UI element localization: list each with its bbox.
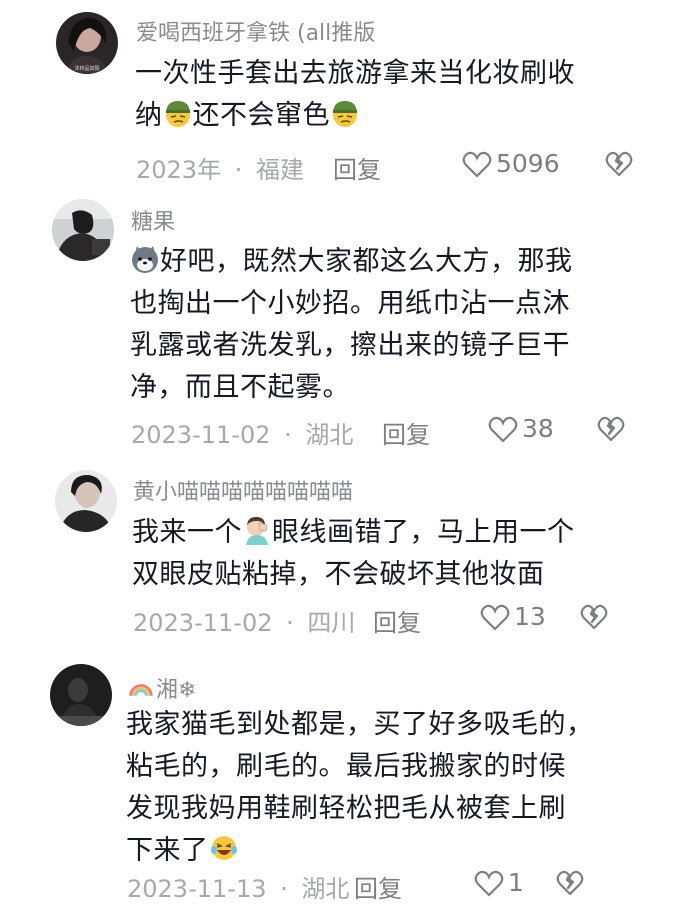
comment-date: 2023年 <box>136 156 222 184</box>
facepalm-emoji <box>242 515 272 545</box>
comment-2: 糖果 好吧，既然大家都这么大方，那我 也掏出一个小妙招。用纸巾沾一点沐 乳露或者… <box>0 190 690 460</box>
laughing-tears-emoji <box>209 833 239 863</box>
reply-button[interactable]: 回复 <box>373 603 421 638</box>
avatar[interactable] <box>55 470 117 532</box>
comment-username[interactable]: 糖果 <box>131 204 175 236</box>
like-button[interactable]: 5096 <box>462 149 560 178</box>
broken-heart-icon <box>556 870 584 896</box>
like-count: 5096 <box>496 149 560 178</box>
comment-meta: 2023-11-02 · 四川 <box>133 603 355 638</box>
avatar-caption: 沐林品如阳 <box>74 65 99 72</box>
broken-heart-icon <box>580 604 608 630</box>
avatar[interactable]: 沐林品如阳 <box>56 12 118 74</box>
broken-heart-icon <box>597 416 625 442</box>
meta-separator: · <box>286 609 294 637</box>
comment-text-fragment: 眼线画错了，马上用一个 <box>272 517 575 548</box>
comment-username[interactable]: 爱喝西班牙拿铁 (all推版 <box>136 15 375 47</box>
comment-1: 沐林品如阳 爱喝西班牙拿铁 (all推版 一次性手套出去旅游拿来当化妆刷收 纳 … <box>0 0 690 190</box>
smirk-helmet-emoji <box>330 98 360 128</box>
like-count: 13 <box>514 602 546 631</box>
reply-button[interactable]: 回复 <box>354 869 402 904</box>
comment-date: 2023-11-02 <box>131 421 271 449</box>
comment-meta: 2023-11-13 · 湖北 <box>127 869 349 904</box>
comment-location: 湖北 <box>301 875 350 903</box>
meta-separator: · <box>280 875 288 903</box>
dislike-button[interactable] <box>580 603 608 631</box>
comment-text-fragment: 还不会窜色 <box>192 100 330 131</box>
doge-emoji <box>130 244 160 274</box>
comment-location: 湖北 <box>305 421 354 449</box>
comment-username[interactable]: 黄小喵喵喵喵喵喵喵喵 <box>133 474 353 506</box>
comment-text-fragment: 下来了 <box>126 835 209 866</box>
comment-text-line: 纳 还不会窜色 <box>135 95 675 137</box>
meta-separator: · <box>284 421 292 449</box>
meta-separator: · <box>234 156 243 184</box>
heart-outline-icon <box>488 416 518 443</box>
comment-text-fragment: 我来一个 <box>132 517 242 548</box>
like-count: 38 <box>522 414 554 443</box>
heart-outline-icon <box>462 151 492 178</box>
comment-text: 一次性手套出去旅游拿来当化妆刷收 纳 还不会窜色 <box>135 53 675 137</box>
heart-outline-icon <box>480 604 510 631</box>
comment-text-line: 好吧，既然大家都这么大方，那我 <box>130 241 675 283</box>
comment-username-text: 湘❄ <box>156 678 197 703</box>
comment-text-fragment: 纳 <box>135 100 163 131</box>
reply-button[interactable]: 回复 <box>333 150 381 185</box>
comment-text-line: 粘毛的，刷毛的。最后我搬家的时候 <box>126 751 566 782</box>
dislike-button[interactable] <box>597 415 625 443</box>
comment-text-line: 也掏出一个小妙招。用纸巾沾一点沐 <box>130 288 570 319</box>
comment-4: 湘❄ 我家猫毛到处都是，买了好多吸毛的， 粘毛的，刷毛的。最后我搬家的时候 发现… <box>0 660 690 920</box>
comment-meta: 2023-11-02 · 湖北 <box>131 415 353 450</box>
comment-text-line: 我家猫毛到处都是，买了好多吸毛的， <box>126 709 594 740</box>
comment-username[interactable]: 湘❄ <box>128 672 196 704</box>
comment-date: 2023-11-13 <box>127 875 267 903</box>
dislike-button[interactable] <box>605 150 633 178</box>
comment-text-line: 我来一个 眼线画错了，马上用一个 <box>132 512 677 554</box>
comment-text-line: 下来了 <box>126 830 686 872</box>
comment-location: 四川 <box>307 609 356 637</box>
like-button[interactable]: 1 <box>474 868 524 897</box>
like-button[interactable]: 13 <box>480 602 546 631</box>
smirk-helmet-emoji <box>163 98 193 128</box>
reply-button[interactable]: 回复 <box>382 415 430 450</box>
comment-meta: 2023年 · 福建 <box>136 150 304 185</box>
comment-date: 2023-11-02 <box>133 609 273 637</box>
comment-text-line: 发现我妈用鞋刷轻松把毛从被套上刷 <box>126 793 566 824</box>
like-button[interactable]: 38 <box>488 414 554 443</box>
dislike-button[interactable] <box>556 869 584 897</box>
comment-text: 好吧，既然大家都这么大方，那我 也掏出一个小妙招。用纸巾沾一点沐 乳露或者洗发乳… <box>130 241 675 409</box>
comment-location: 福建 <box>256 156 304 184</box>
comment-text-line: 双眼皮贴粘掉，不会破坏其他妆面 <box>132 559 545 590</box>
avatar[interactable] <box>52 199 114 261</box>
comment-text: 我家猫毛到处都是，买了好多吸毛的， 粘毛的，刷毛的。最后我搬家的时候 发现我妈用… <box>126 704 686 872</box>
rainbow-icon <box>128 675 154 701</box>
comment-text-line: 乳露或者洗发乳，擦出来的镜子巨干 <box>130 330 570 361</box>
comment-text-line: 一次性手套出去旅游拿来当化妆刷收 <box>135 58 575 89</box>
comment-text-fragment: 好吧，既然大家都这么大方，那我 <box>160 246 573 277</box>
avatar[interactable] <box>50 664 112 726</box>
like-count: 1 <box>508 868 524 897</box>
comment-3: 黄小喵喵喵喵喵喵喵喵 我来一个 眼线画错了，马上用一个 双眼皮贴粘掉，不会破坏其… <box>0 460 690 660</box>
comment-text-line: 净，而且不起雾。 <box>130 372 350 403</box>
heart-outline-icon <box>474 870 504 897</box>
broken-heart-icon <box>605 151 633 177</box>
comment-text: 我来一个 眼线画错了，马上用一个 双眼皮贴粘掉，不会破坏其他妆面 <box>132 512 677 596</box>
